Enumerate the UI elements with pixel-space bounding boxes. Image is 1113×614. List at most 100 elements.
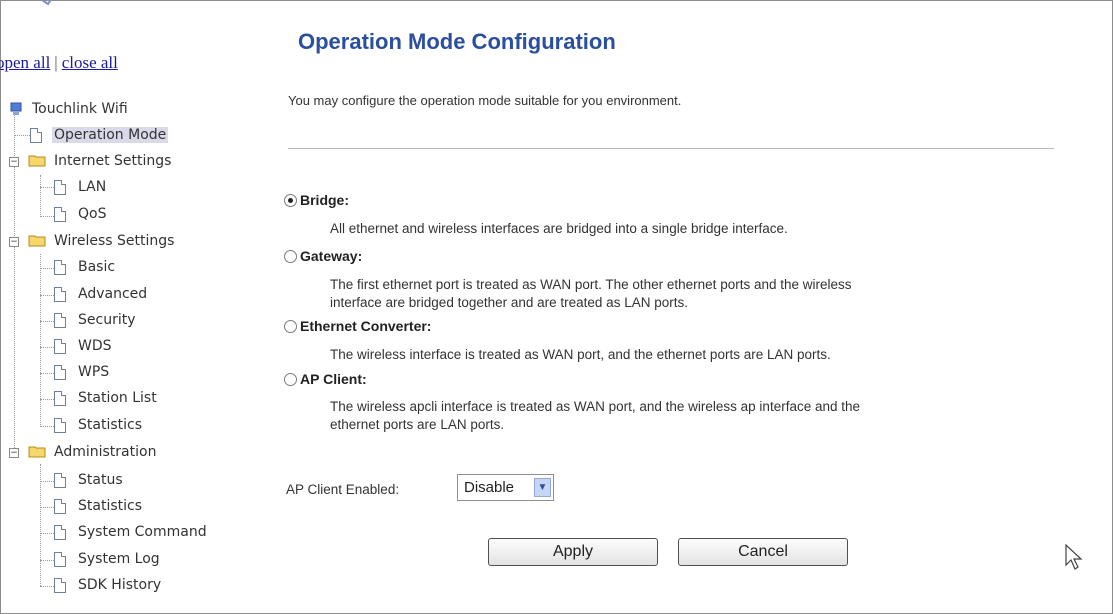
link-separator: | <box>54 53 58 72</box>
tree-root-label: Touchlink Wifi <box>32 101 128 117</box>
option-label: Gateway: <box>300 248 363 264</box>
folder-icon <box>28 235 46 247</box>
tree-item-station-list[interactable]: Station List <box>54 387 159 409</box>
bridge-radio[interactable] <box>284 194 297 207</box>
page-icon <box>54 365 66 380</box>
tree-item-status[interactable]: Status <box>54 469 125 491</box>
ethernet-converter-radio[interactable] <box>284 320 297 333</box>
tree-item-label: WDS <box>78 338 112 354</box>
description-line: The first ethernet port is treated as WA… <box>330 277 852 292</box>
page-icon <box>54 287 66 302</box>
page-icon <box>54 180 66 195</box>
tree-item-wps[interactable]: WPS <box>54 361 111 383</box>
tree-item-wireless-statistics[interactable]: Statistics <box>54 414 144 436</box>
ap-client-enabled-select[interactable]: Disable ▼ <box>457 474 554 501</box>
option-description: The wireless interface is treated as WAN… <box>330 346 1090 364</box>
tree-connector <box>14 135 30 136</box>
tree-connector <box>40 347 54 348</box>
tree-connector <box>40 426 54 427</box>
collapse-toggle-icon[interactable]: − <box>9 157 19 167</box>
tree-connector <box>40 321 54 322</box>
computer-icon <box>10 102 22 115</box>
folder-icon <box>28 446 46 458</box>
page-icon <box>54 525 66 540</box>
tree-item-admin-statistics[interactable]: Statistics <box>54 495 144 517</box>
page-description: You may configure the operation mode sui… <box>288 93 682 108</box>
page-icon <box>54 552 66 567</box>
page-icon <box>54 578 66 593</box>
tree-folder-label: Wireless Settings <box>54 233 175 249</box>
page-title: Operation Mode Configuration <box>298 29 616 54</box>
ap-client-radio[interactable] <box>284 373 297 386</box>
description-line: The wireless interface is treated as WAN… <box>330 347 831 362</box>
page-icon <box>30 128 42 143</box>
tree-item-advanced[interactable]: Advanced <box>54 283 149 305</box>
description-line: ethernet ports are LAN ports. <box>330 417 505 432</box>
tree-item-label: SDK History <box>78 577 162 593</box>
page-icon <box>54 418 66 433</box>
tree-item-label: Status <box>78 472 123 488</box>
option-description: All ethernet and wireless interfaces are… <box>330 220 1090 238</box>
gateway-radio[interactable] <box>284 250 297 263</box>
tree-connector <box>40 399 54 400</box>
tree-connector <box>40 295 54 296</box>
tree-connector <box>40 175 41 217</box>
tree-item-label: Basic <box>78 259 116 275</box>
tree-connector <box>40 464 41 586</box>
page-icon <box>54 260 66 275</box>
tree-connector <box>40 481 54 482</box>
cancel-button[interactable]: Cancel <box>678 538 848 566</box>
tree-folder-internet-settings[interactable]: Internet Settings <box>28 150 173 172</box>
apply-button[interactable]: Apply <box>488 538 658 566</box>
page-icon <box>54 499 66 514</box>
tree-connector <box>40 373 54 374</box>
ap-client-enabled-label: AP Client Enabled: <box>286 482 400 497</box>
tree-connector <box>40 507 54 508</box>
tree-connector <box>40 560 54 561</box>
tree-item-operation-mode[interactable]: Operation Mode <box>30 124 169 146</box>
tree-item-basic[interactable]: Basic <box>54 256 117 278</box>
tree-item-security[interactable]: Security <box>54 309 138 331</box>
option-label: AP Client: <box>300 371 367 387</box>
tree-item-system-command[interactable]: System Command <box>54 521 209 543</box>
tree-root[interactable]: Touchlink Wifi <box>10 98 130 120</box>
description-line: All ethernet and wireless interfaces are… <box>330 221 788 236</box>
option-label: Bridge: <box>300 192 349 208</box>
collapse-toggle-icon[interactable]: − <box>9 448 19 458</box>
option-ap-client[interactable]: AP Client: <box>284 371 367 387</box>
main-content: Operation Mode Configuration You may con… <box>262 0 1113 614</box>
tree-item-label: Operation Mode <box>52 127 169 143</box>
option-label: Ethernet Converter: <box>300 318 432 334</box>
option-bridge[interactable]: Bridge: <box>284 192 349 208</box>
tree-item-label: WPS <box>78 364 110 380</box>
close-all-link[interactable]: close all <box>62 53 118 72</box>
tree-folder-label: Administration <box>54 444 157 460</box>
description-line: The wireless apcli interface is treated … <box>330 399 861 414</box>
collapse-toggle-icon[interactable]: − <box>9 237 19 247</box>
tree-item-qos[interactable]: QoS <box>54 203 108 225</box>
tree-folder-administration[interactable]: Administration <box>28 441 158 463</box>
tree-folder-wireless-settings[interactable]: Wireless Settings <box>28 230 176 252</box>
tree-item-label: System Command <box>78 524 207 540</box>
tree-connector <box>40 254 41 427</box>
option-description: The wireless apcli interface is treated … <box>330 398 1090 434</box>
page-icon <box>54 391 66 406</box>
tree-item-wds[interactable]: WDS <box>54 335 114 357</box>
open-all-link[interactable]: open all <box>0 53 50 72</box>
tree-connector <box>40 268 54 269</box>
tree-connector <box>40 187 54 188</box>
page-icon <box>54 473 66 488</box>
select-value: Disable <box>464 479 515 496</box>
mouse-cursor-icon <box>1065 543 1083 570</box>
tree-item-system-log[interactable]: System Log <box>54 548 162 570</box>
navigation-tree: open all | close all Touchlink Wifi Operat… <box>0 0 262 614</box>
option-ethernet-converter[interactable]: Ethernet Converter: <box>284 318 431 334</box>
logo-fragment-icon <box>40 0 52 6</box>
tree-item-sdk-history[interactable]: SDK History <box>54 574 163 596</box>
tree-item-lan[interactable]: LAN <box>54 176 108 198</box>
chevron-down-icon[interactable]: ▼ <box>534 478 551 497</box>
option-gateway[interactable]: Gateway: <box>284 248 362 264</box>
tree-item-label: LAN <box>78 179 107 195</box>
folder-icon <box>28 155 46 167</box>
tree-connector <box>40 586 54 587</box>
